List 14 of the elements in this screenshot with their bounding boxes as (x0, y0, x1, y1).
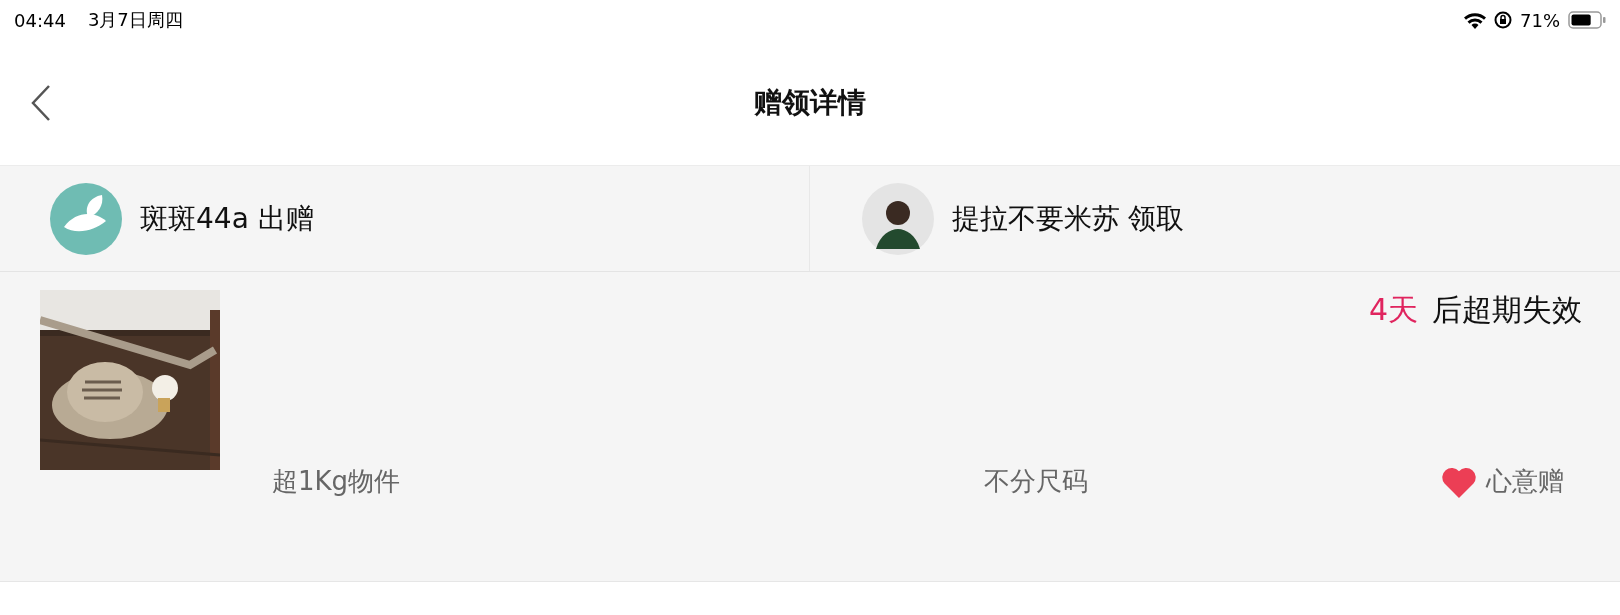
expiry-text: 4天 后超期失效 (1368, 291, 1582, 329)
heart-icon (1440, 465, 1478, 498)
battery-percent: 71% (1520, 9, 1560, 31)
user-name[interactable]: 斑斑44a 出赠 (140, 199, 314, 238)
status-date: 3月7日周四 (87, 8, 183, 32)
gift-type-label: 心意赠 (1486, 465, 1564, 498)
rotation-lock-icon (1494, 11, 1512, 29)
status-time: 04:44 (14, 9, 66, 31)
user-name[interactable]: 提拉不要米苏 领取 (951, 199, 1185, 238)
page-title: 赠领详情 (754, 84, 866, 121)
wifi-icon (1464, 11, 1486, 29)
battery-icon (1568, 11, 1606, 29)
size-label: 不分尺码 (984, 465, 1089, 498)
weight-label: 超1Kg物件 (272, 465, 401, 498)
